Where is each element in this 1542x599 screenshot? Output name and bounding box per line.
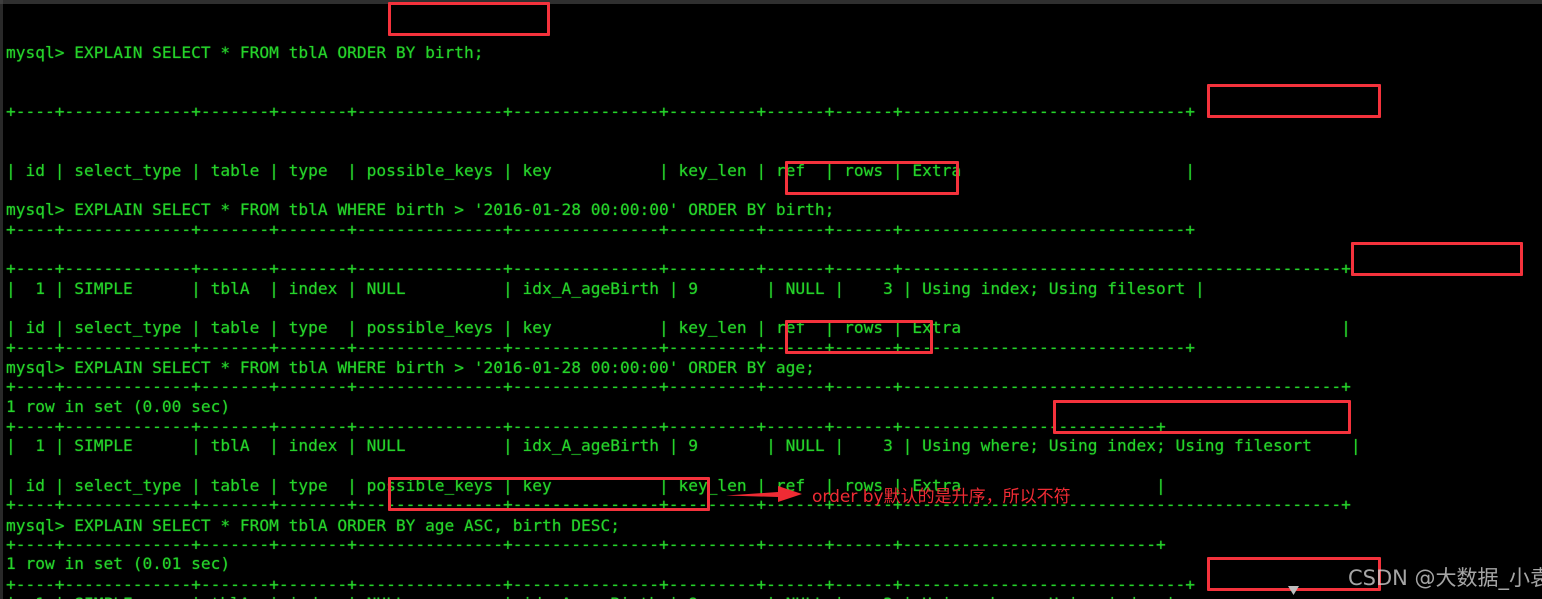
table-separator-top: +----+-------------+-------+-------+----… bbox=[6, 102, 1195, 122]
command-line: mysql> EXPLAIN SELECT * FROM tblA WHERE … bbox=[6, 358, 815, 378]
screen-left-band bbox=[0, 0, 3, 599]
table-separator-top: +----+-------------+-------+-------+----… bbox=[6, 417, 1166, 437]
highlight-box-using-filesort-1 bbox=[1207, 84, 1381, 118]
command-line: mysql> EXPLAIN SELECT * FROM tblA WHERE … bbox=[6, 200, 835, 220]
terminal-screen: mysql> EXPLAIN SELECT * FROM tblA ORDER … bbox=[0, 0, 1542, 599]
csdn-watermark: CSDN @大数据_小袁 bbox=[1348, 566, 1542, 590]
table-separator-top: +----+-------------+-------+-------+----… bbox=[6, 259, 1351, 279]
annotation-arrow-icon bbox=[726, 486, 802, 502]
annotation-note: order by默认的是升序，所以不符 bbox=[812, 487, 1071, 507]
command-line: mysql> EXPLAIN SELECT * FROM tblA ORDER … bbox=[6, 516, 620, 536]
highlight-box-using-filesort-2 bbox=[1351, 242, 1523, 276]
table-separator-top: +----+-------------+-------+-------+----… bbox=[6, 575, 1195, 595]
command-line: mysql> EXPLAIN SELECT * FROM tblA ORDER … bbox=[6, 43, 484, 63]
